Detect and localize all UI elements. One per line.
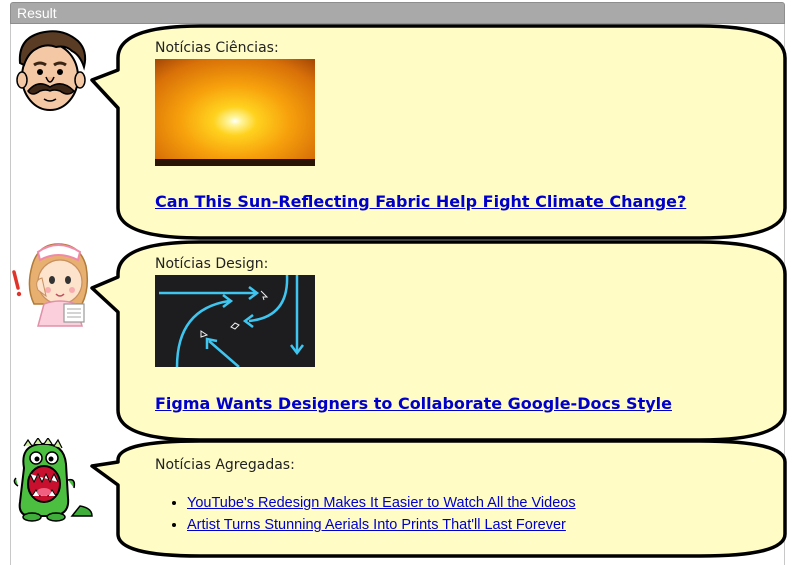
result-titlebar: Result bbox=[10, 2, 785, 24]
result-panel: Result Notícias Ciências: Can This Sun-R… bbox=[0, 0, 795, 565]
result-title: Result bbox=[17, 5, 57, 21]
post-heading-ciencias: Notícias Ciências: bbox=[155, 40, 279, 56]
result-content bbox=[10, 24, 785, 565]
article-link-youtube[interactable]: YouTube's Redesign Makes It Easier to Wa… bbox=[187, 495, 576, 511]
sun-thumbnail-image bbox=[155, 59, 315, 166]
list-item: Artist Turns Stunning Aerials Into Print… bbox=[187, 514, 576, 536]
nurse-avatar-icon bbox=[12, 243, 89, 327]
aggregated-news-list: YouTube's Redesign Makes It Easier to Wa… bbox=[170, 492, 576, 536]
article-link-aerials[interactable]: Artist Turns Stunning Aerials Into Print… bbox=[187, 517, 566, 533]
list-item: YouTube's Redesign Makes It Easier to Wa… bbox=[187, 492, 576, 514]
mustache-man-avatar-icon bbox=[16, 30, 87, 111]
article-link-figma[interactable]: Figma Wants Designers to Collaborate Goo… bbox=[155, 394, 672, 413]
post-heading-design: Notícias Design: bbox=[155, 256, 269, 272]
figma-arrows-thumbnail-image bbox=[155, 275, 315, 367]
article-link-fabric[interactable]: Can This Sun-Reflecting Fabric Help Figh… bbox=[155, 192, 686, 211]
post-heading-agregadas: Notícias Agregadas: bbox=[155, 457, 295, 473]
green-monster-avatar-icon bbox=[13, 438, 93, 522]
